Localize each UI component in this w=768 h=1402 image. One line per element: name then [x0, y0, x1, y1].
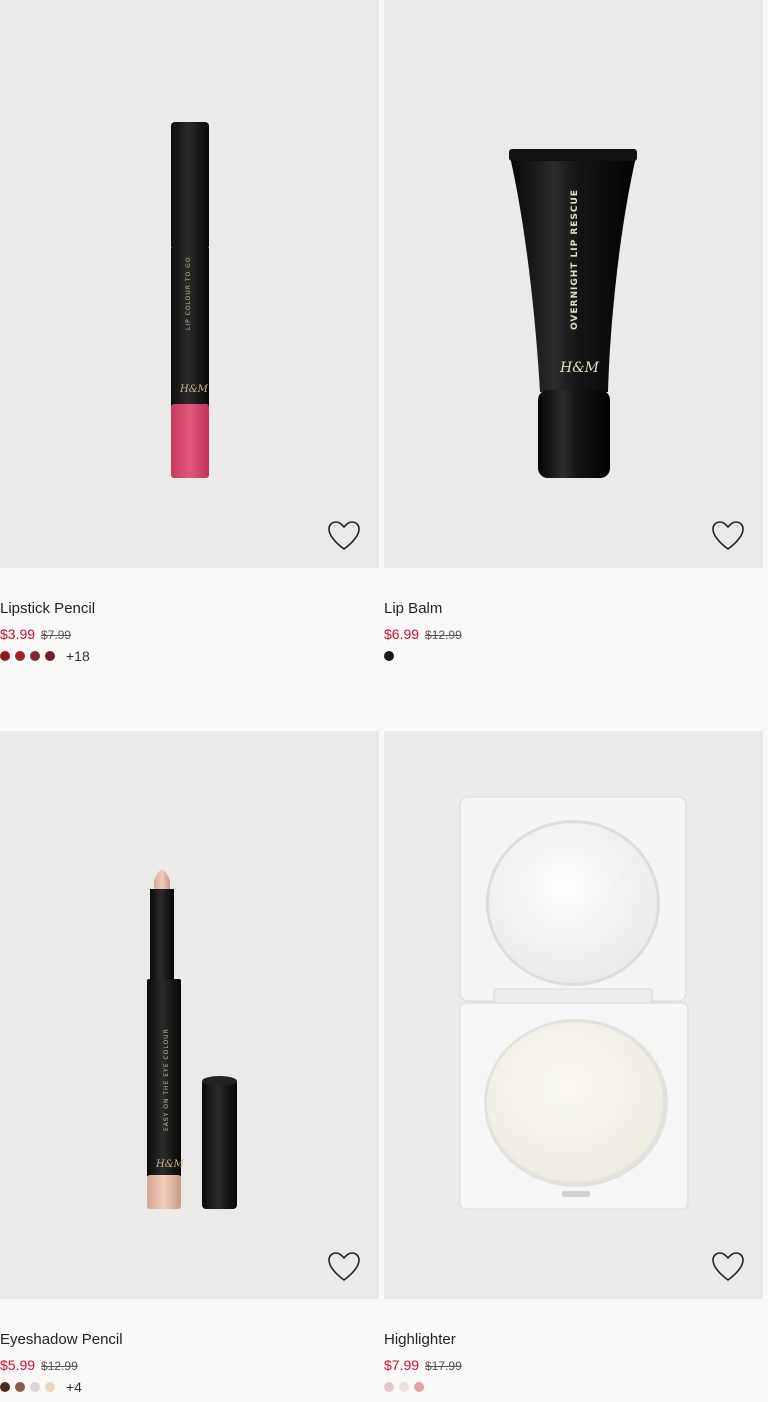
color-swatch[interactable]: [414, 1382, 424, 1392]
product-title[interactable]: Lip Balm: [384, 599, 763, 619]
product-print-text: EASY ON THE EYE COLOUR: [163, 1028, 170, 1131]
brand-logo: H&M: [559, 360, 600, 376]
color-swatch[interactable]: [399, 1382, 409, 1392]
highlighter-compact-image: [459, 796, 689, 1210]
sale-price: $3.99: [0, 626, 36, 642]
heart-icon[interactable]: [327, 520, 361, 552]
brand-logo: H&M: [179, 384, 209, 395]
product-grid: LIP COLOUR TO GO H&M Lipstick Pencil $3.…: [0, 0, 768, 1402]
sale-price: $6.99: [384, 626, 420, 642]
product-title[interactable]: Highlighter: [384, 1330, 763, 1350]
color-swatch[interactable]: [15, 651, 25, 661]
color-swatch[interactable]: [45, 1382, 55, 1392]
brand-logo: H&M: [155, 1159, 185, 1170]
sale-price: $7.99: [384, 1357, 420, 1373]
more-colors-count[interactable]: +4: [66, 1380, 82, 1394]
color-swatches: +18: [0, 649, 379, 663]
product-print-text: OVERNIGHT LIP RESCUE: [570, 189, 580, 330]
color-swatches: [384, 1381, 763, 1393]
original-price: $12.99: [425, 628, 462, 642]
product-title[interactable]: Eyeshadow Pencil: [0, 1330, 379, 1350]
color-swatch[interactable]: [384, 651, 394, 661]
original-price: $7.99: [41, 628, 72, 642]
original-price: $12.99: [41, 1359, 78, 1373]
more-colors-count[interactable]: +18: [66, 649, 90, 663]
product-image[interactable]: [384, 731, 763, 1299]
color-swatch[interactable]: [0, 651, 10, 661]
heart-icon[interactable]: [711, 520, 745, 552]
lipstick-pencil-image: LIP COLOUR TO GO H&M: [171, 122, 209, 478]
product-card[interactable]: OVERNIGHT LIP RESCUE H&M Lip Balm $6.99 $…: [384, 0, 763, 662]
product-print-text: LIP COLOUR TO GO: [185, 256, 192, 330]
product-title[interactable]: Lipstick Pencil: [0, 599, 379, 619]
product-image[interactable]: LIP COLOUR TO GO H&M: [0, 0, 379, 568]
sale-price: $5.99: [0, 1357, 36, 1373]
product-image[interactable]: OVERNIGHT LIP RESCUE H&M: [384, 0, 763, 568]
lip-balm-image: OVERNIGHT LIP RESCUE H&M: [509, 149, 637, 478]
original-price: $17.99: [425, 1359, 462, 1373]
color-swatch[interactable]: [0, 1382, 10, 1392]
color-swatches: [384, 650, 763, 662]
color-swatches: +4: [0, 1380, 379, 1394]
product-card[interactable]: EASY ON THE EYE COLOUR H&M Eyeshadow Pen…: [0, 731, 379, 1394]
color-swatch[interactable]: [45, 651, 55, 661]
product-image[interactable]: EASY ON THE EYE COLOUR H&M: [0, 731, 379, 1299]
heart-icon[interactable]: [327, 1251, 361, 1283]
product-card[interactable]: LIP COLOUR TO GO H&M Lipstick Pencil $3.…: [0, 0, 379, 663]
color-swatch[interactable]: [30, 651, 40, 661]
eyeshadow-pencil-image: EASY ON THE EYE COLOUR H&M: [147, 870, 237, 1209]
product-card[interactable]: Highlighter $7.99 $17.99: [384, 731, 763, 1393]
color-swatch[interactable]: [15, 1382, 25, 1392]
color-swatch[interactable]: [384, 1382, 394, 1392]
color-swatch[interactable]: [30, 1382, 40, 1392]
heart-icon[interactable]: [711, 1251, 745, 1283]
